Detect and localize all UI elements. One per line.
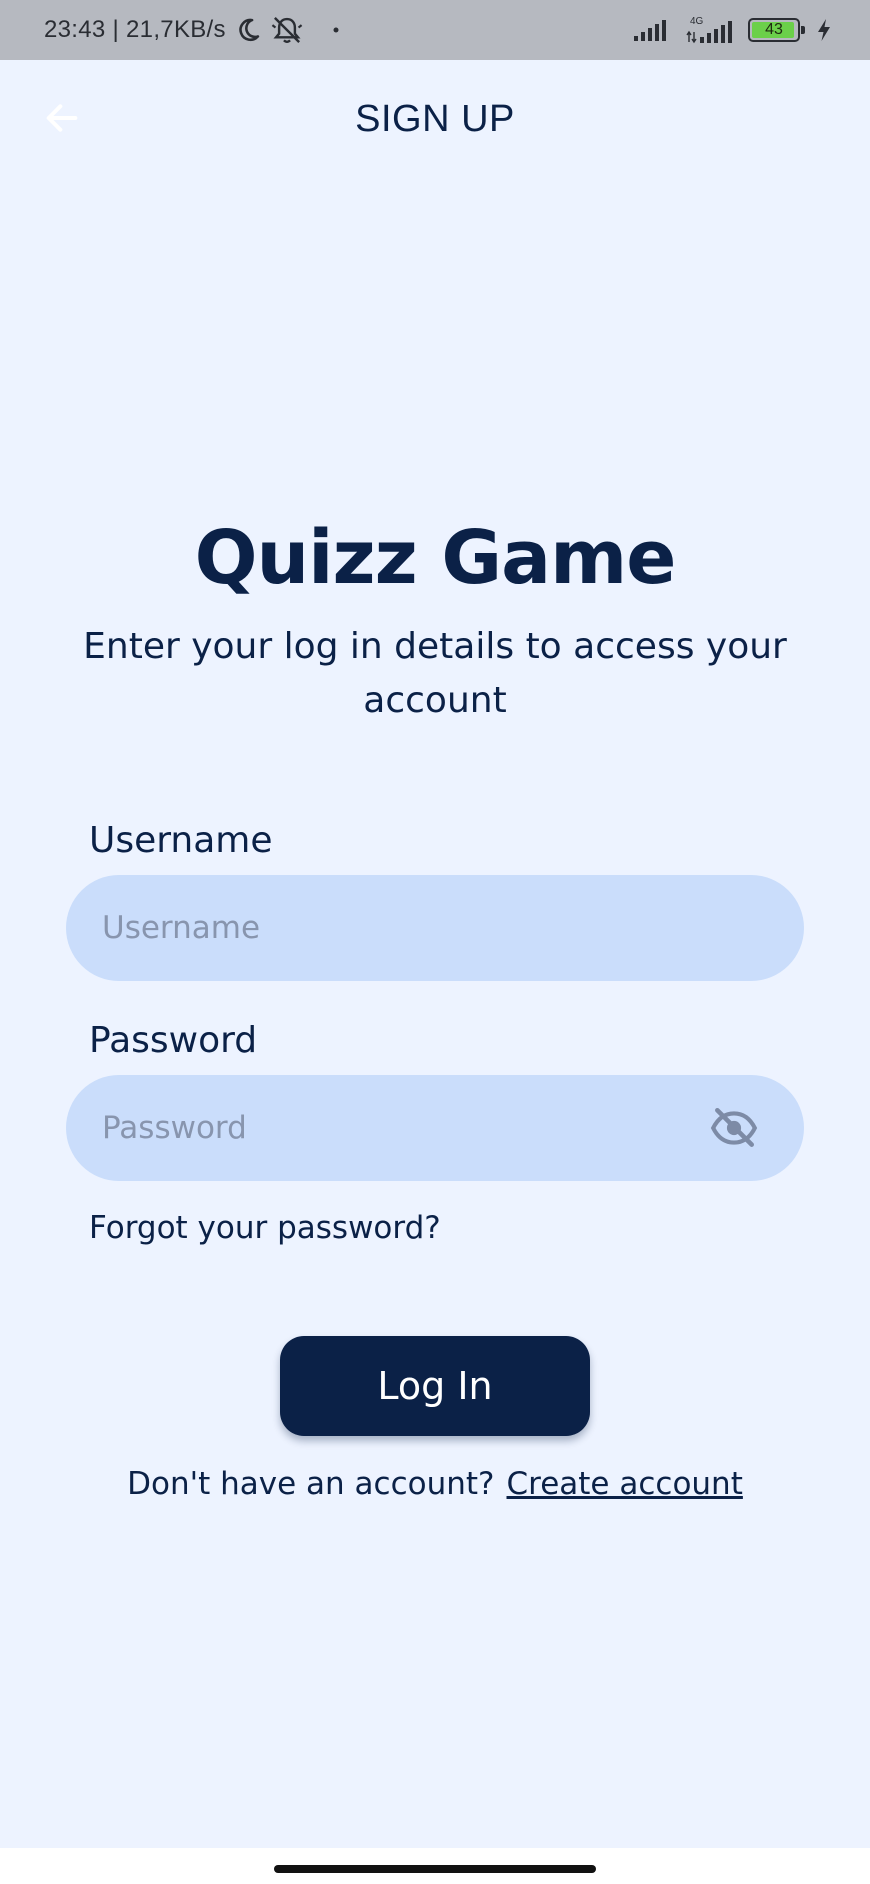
forgot-password-link[interactable]: Forgot your password? — [89, 1210, 441, 1246]
battery-icon: 43 — [748, 18, 805, 42]
password-field[interactable] — [66, 1075, 804, 1181]
battery-level: 43 — [765, 21, 783, 38]
signup-row: Don't have an account? Create account — [0, 1466, 870, 1502]
charging-icon — [816, 18, 832, 42]
navigation-bar — [0, 1848, 870, 1884]
signal-icon — [632, 18, 672, 42]
login-button[interactable]: Log In — [280, 1336, 590, 1436]
bell-off-icon — [270, 15, 304, 45]
moon-icon — [234, 16, 262, 44]
create-account-link[interactable]: Create account — [507, 1466, 743, 1502]
status-right: 4G 43 — [632, 15, 832, 45]
app-bar: SIGN UP — [0, 60, 870, 184]
dot-icon — [332, 26, 340, 34]
subtitle: Enter your log in details to access your… — [83, 626, 787, 721]
home-indicator[interactable] — [274, 1865, 596, 1873]
status-left: 23:43 | 21,7KB/s — [44, 15, 340, 45]
network-type-label: 4G — [690, 16, 704, 27]
username-label: Username — [89, 820, 273, 861]
status-time-speed: 23:43 | 21,7KB/s — [44, 16, 226, 43]
password-visibility-toggle[interactable] — [708, 1102, 760, 1154]
status-bar: 23:43 | 21,7KB/s 4G 43 — [0, 0, 870, 60]
password-input[interactable] — [100, 1109, 708, 1147]
username-input[interactable] — [100, 909, 760, 947]
signal-4g-icon: 4G — [684, 15, 736, 45]
eye-off-icon — [710, 1108, 758, 1147]
page-title: SIGN UP — [355, 98, 515, 140]
no-account-text: Don't have an account? — [127, 1466, 495, 1502]
password-label: Password — [89, 1020, 258, 1061]
app-heading: Quizz Game — [194, 515, 677, 601]
username-field[interactable] — [66, 875, 804, 981]
